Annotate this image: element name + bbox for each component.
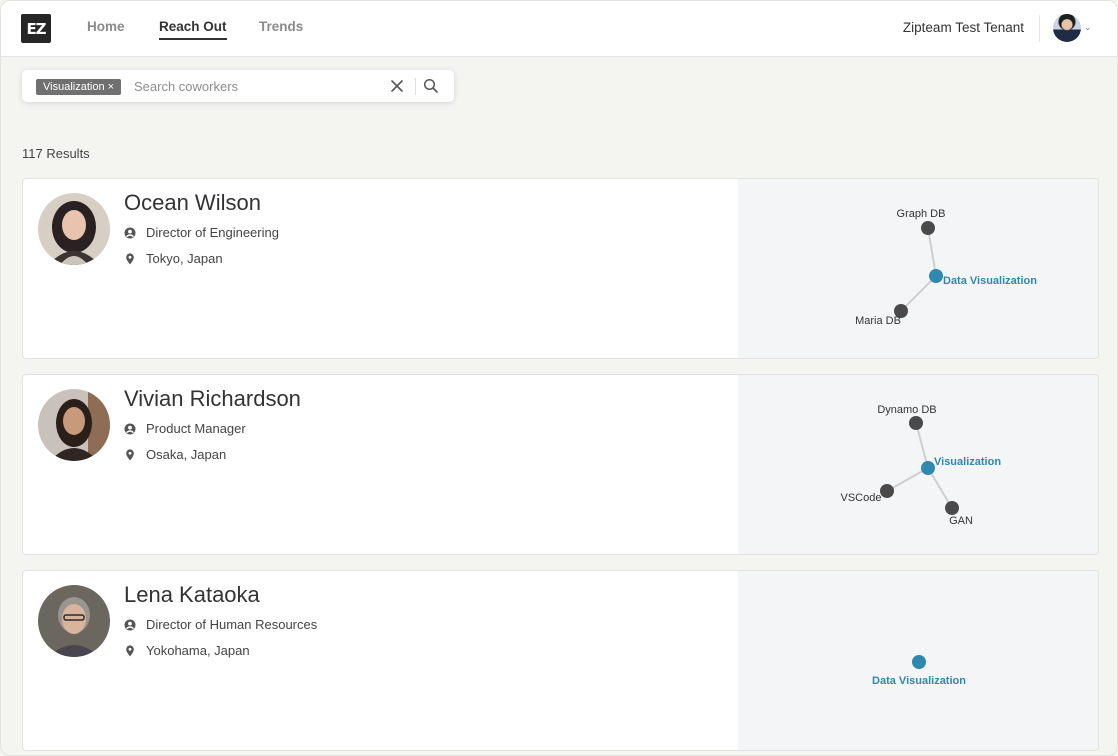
chevron-down-icon: ⌄ [1084,22,1092,32]
graph-center-node[interactable] [921,461,935,475]
user-avatar [1053,14,1081,42]
nav-reach-out[interactable]: Reach Out [159,19,227,40]
location-pin-icon [124,644,136,657]
person-title: Product Manager [146,421,246,436]
graph-center-node[interactable] [912,655,926,669]
person-card[interactable]: Ocean Wilson Director of Engineering Tok… [22,178,1099,359]
graph-node-label: Graph DB [897,208,946,220]
user-circle-icon [124,619,136,631]
search-bar: Visualization × [22,70,454,102]
profile-photo [38,585,110,657]
person-name[interactable]: Vivian Richardson [124,386,301,412]
person-title-row: Product Manager [124,421,246,436]
graph-center-label: Visualization [934,456,1001,468]
graph-center-node[interactable] [929,269,943,283]
person-card[interactable]: Vivian Richardson Product Manager Osaka,… [22,374,1099,555]
skill-graph[interactable]: Graph DB Maria DB Data Visualization [738,179,1098,358]
clear-search-button[interactable] [388,77,406,95]
user-circle-icon [124,423,136,435]
graph-center-label: Data Visualization [943,275,1037,287]
tenant-name[interactable]: Zipteam Test Tenant [903,20,1024,35]
top-navigation-bar: EZ Home Reach Out Trends Zipteam Test Te… [1,1,1117,57]
results-count: 117 Results [22,146,90,161]
person-name[interactable]: Ocean Wilson [124,190,261,216]
graph-node-label: VSCode [841,492,882,504]
person-card[interactable]: Lena Kataoka Director of Human Resources… [22,570,1099,751]
graph-center-label: Data Visualization [872,675,966,687]
nav-home[interactable]: Home [87,19,125,34]
filter-chip[interactable]: Visualization × [36,79,121,95]
location-pin-icon [124,448,136,461]
graph-node[interactable] [945,501,959,515]
person-location: Yokohama, Japan [146,643,250,658]
person-title: Director of Human Resources [146,617,318,632]
graph-node[interactable] [909,416,923,430]
user-menu-button[interactable]: ⌄ [1053,14,1093,42]
nav-trends[interactable]: Trends [259,19,303,34]
chip-remove-icon[interactable]: × [108,79,114,95]
search-divider [415,78,416,95]
profile-photo [38,193,110,265]
graph-node[interactable] [880,484,894,498]
person-location-row: Osaka, Japan [124,447,226,462]
app-logo[interactable]: EZ [21,14,51,43]
person-location-row: Yokohama, Japan [124,643,250,658]
filter-chip-label: Visualization [43,81,105,93]
person-location: Osaka, Japan [146,447,227,462]
person-name[interactable]: Lena Kataoka [124,582,260,608]
graph-node[interactable] [921,221,935,235]
search-icon [423,78,438,93]
skill-graph[interactable]: Dynamo DB VSCode GAN Visualization [738,375,1098,554]
close-icon [391,80,403,92]
person-location-row: Tokyo, Japan [124,251,223,266]
person-location: Tokyo, Japan [146,251,223,266]
person-title-row: Director of Engineering [124,225,279,240]
person-title: Director of Engineering [146,225,279,240]
location-pin-icon [124,252,136,265]
user-circle-icon [124,227,136,239]
search-button[interactable] [422,77,440,95]
search-input[interactable] [134,76,374,96]
profile-photo [38,389,110,461]
graph-node-label: Dynamo DB [877,404,936,416]
person-title-row: Director of Human Resources [124,617,317,632]
graph-node-label: GAN [949,515,973,527]
header-divider [1039,15,1040,42]
skill-graph[interactable]: Data Visualization [738,571,1098,750]
app-window: EZ Home Reach Out Trends Zipteam Test Te… [0,0,1118,756]
graph-node-label: Maria DB [855,315,901,327]
